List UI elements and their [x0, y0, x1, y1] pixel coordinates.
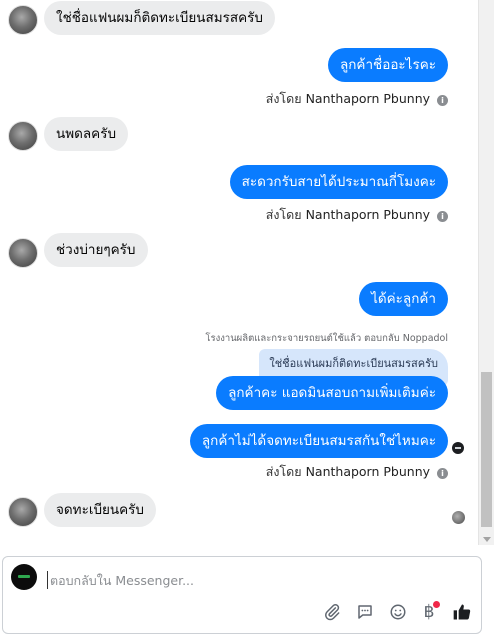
sent-by-prefix: ส่งโดย [265, 207, 302, 222]
emoji-icon[interactable] [387, 601, 409, 623]
outgoing-message[interactable]: ได้ค่ะลูกค้า [359, 282, 448, 316]
like-icon[interactable] [451, 601, 473, 623]
sent-by-prefix: ส่งโดย [265, 464, 302, 479]
reply-input[interactable] [47, 571, 467, 589]
sent-by-label: ส่งโดย Nanthaporn Pbunny i [266, 89, 448, 109]
info-icon[interactable]: i [437, 468, 448, 479]
notification-dot [433, 601, 440, 608]
message-thread: ใช่ชื่อแฟนผมก็ติดทะเบียนสมรสครับ ลูกค้าช… [0, 0, 478, 545]
scrollbar-thumb[interactable] [481, 372, 492, 527]
message-composer: ฿ [2, 556, 482, 634]
seen-by-avatar-icon [452, 511, 465, 524]
sent-by-name: Nanthaporn Pbunny [305, 464, 431, 479]
outgoing-message[interactable]: สะดวกรับสายได้ประมาณกี่โมงคะ [229, 165, 448, 199]
payment-icon[interactable]: ฿ [418, 601, 440, 623]
reply-note: โรงงานผลิตและกระจายรถยนต์ใช้แล้ว ตอบกลับ… [205, 333, 448, 344]
scrollbar[interactable] [478, 0, 494, 545]
info-icon[interactable]: i [437, 211, 448, 222]
saved-replies-icon[interactable] [354, 601, 376, 623]
incoming-message[interactable]: ใช่ชื่อแฟนผมก็ติดทะเบียนสมรสครับ [44, 1, 275, 35]
incoming-message[interactable]: ช่วงบ่ายๆครับ [44, 233, 148, 267]
incoming-message[interactable]: นพดลครับ [44, 117, 129, 151]
attach-icon[interactable] [321, 601, 343, 623]
customer-avatar[interactable] [8, 497, 38, 527]
sent-by-name: Nanthaporn Pbunny [305, 91, 431, 106]
outgoing-message[interactable]: ลูกค้าคะ แอดมินสอบถามเพิ่มเติมค่ะ [216, 376, 448, 410]
outgoing-message[interactable]: ลูกค้าชื่ออะไรคะ [327, 48, 448, 82]
info-icon[interactable]: i [437, 95, 448, 106]
customer-avatar[interactable] [8, 238, 38, 268]
incoming-message[interactable]: จดทะเบียนครับ [44, 493, 157, 527]
sent-by-name: Nanthaporn Pbunny [305, 207, 431, 222]
sent-by-label: ส่งโดย Nanthaporn Pbunny i [266, 205, 448, 225]
customer-avatar[interactable] [8, 5, 38, 35]
page-avatar [11, 564, 37, 590]
sent-by-prefix: ส่งโดย [265, 91, 302, 106]
delivered-status-icon [452, 442, 464, 454]
outgoing-message[interactable]: ลูกค้าไม่ได้จดทะเบียนสมรสกันใช่ไหมคะ [189, 424, 448, 458]
sent-by-label: ส่งโดย Nanthaporn Pbunny i [266, 462, 448, 482]
scroll-down-arrow-icon[interactable] [483, 537, 491, 542]
customer-avatar[interactable] [8, 121, 38, 151]
